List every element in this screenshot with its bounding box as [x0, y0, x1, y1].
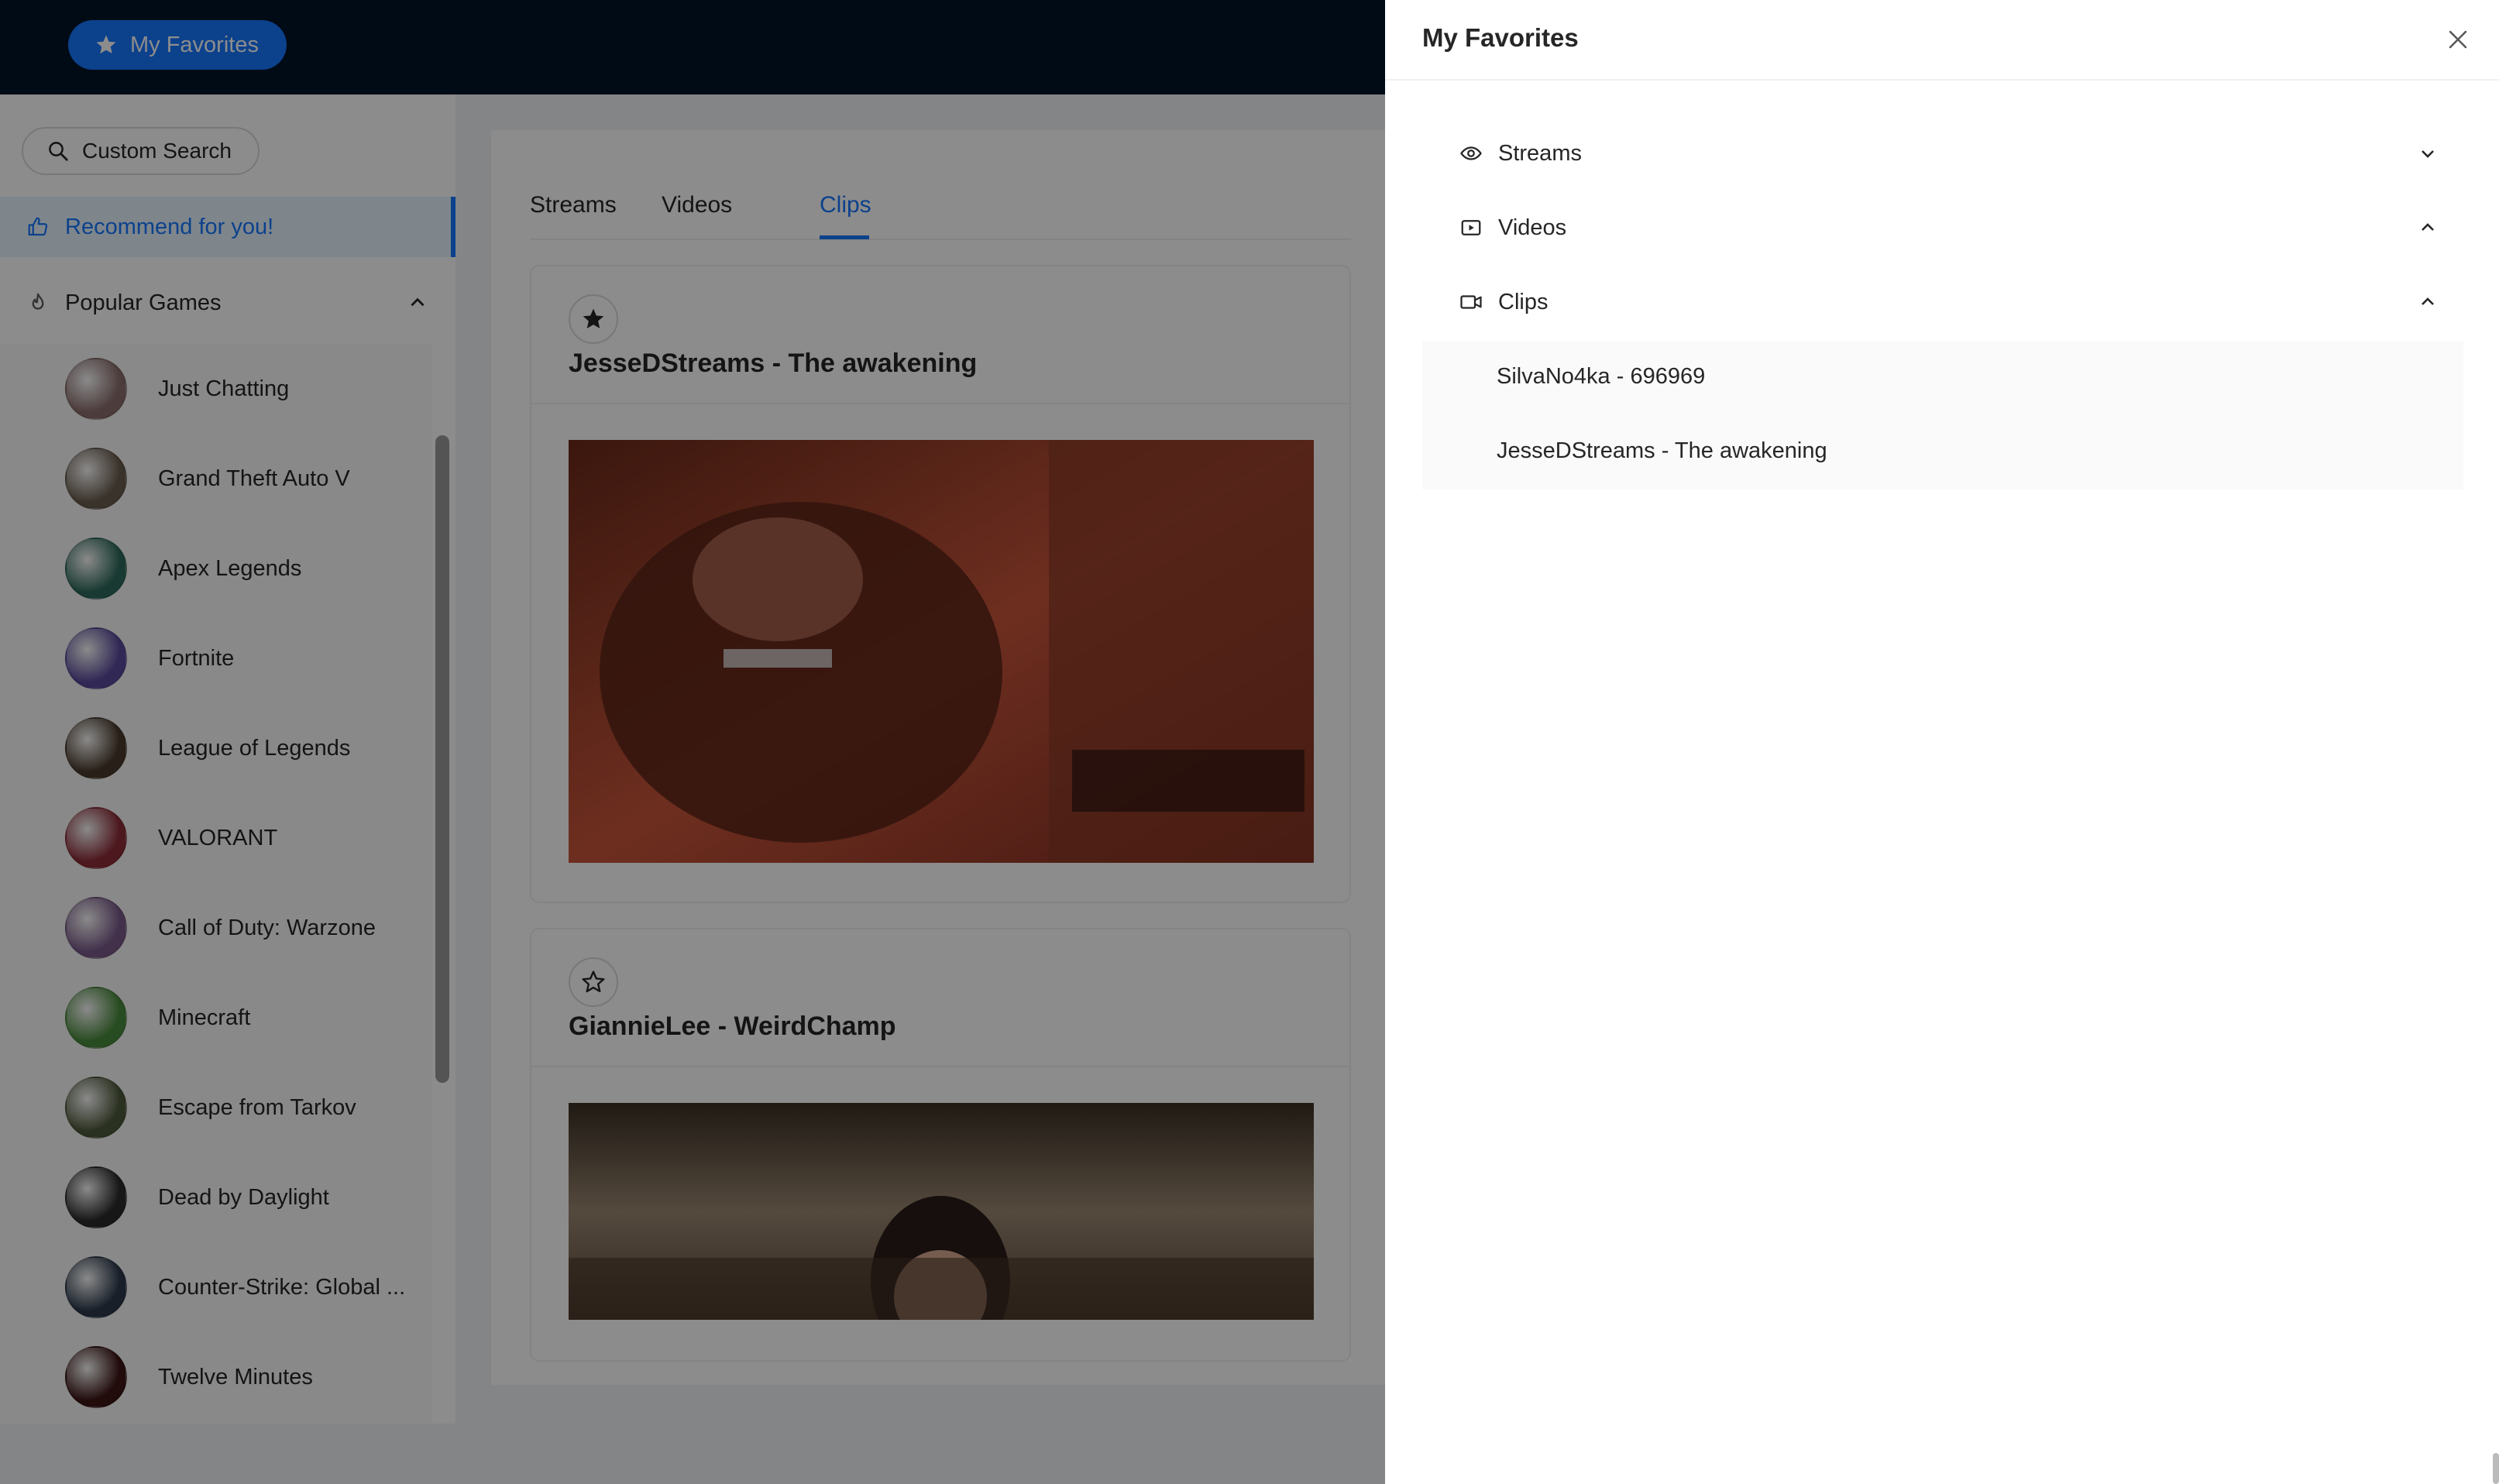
camera-icon — [1460, 295, 1482, 309]
favorites-section-streams[interactable]: Streams — [1422, 118, 2463, 189]
close-icon[interactable] — [2445, 26, 2471, 53]
section-label: Videos — [1498, 215, 1567, 240]
drawer-scrollbar[interactable] — [2493, 1453, 2499, 1484]
section-label: Streams — [1498, 140, 1582, 166]
clips-submenu: SilvaNo4ka - 696969 JesseDStreams - The … — [1422, 341, 2463, 490]
section-label: Clips — [1498, 289, 1549, 314]
favorite-clip-item[interactable]: JesseDStreams - The awakening — [1497, 438, 1827, 464]
chevron-up-icon — [2422, 297, 2434, 305]
eye-icon — [1460, 146, 1482, 160]
drawer-title: My Favorites — [1422, 23, 1579, 52]
chevron-down-icon — [2422, 150, 2434, 158]
favorites-section-videos[interactable]: Videos — [1422, 192, 2463, 263]
chevron-up-icon — [2422, 223, 2434, 231]
video-play-icon — [1461, 220, 1481, 235]
drawer-header: My Favorites — [1385, 0, 2499, 81]
favorites-drawer: My Favorites Streams Videos Clips SilvaN… — [1385, 0, 2499, 1484]
favorite-clip-item[interactable]: SilvaNo4ka - 696969 — [1497, 364, 1705, 390]
favorites-section-clips[interactable]: Clips — [1422, 266, 2463, 338]
